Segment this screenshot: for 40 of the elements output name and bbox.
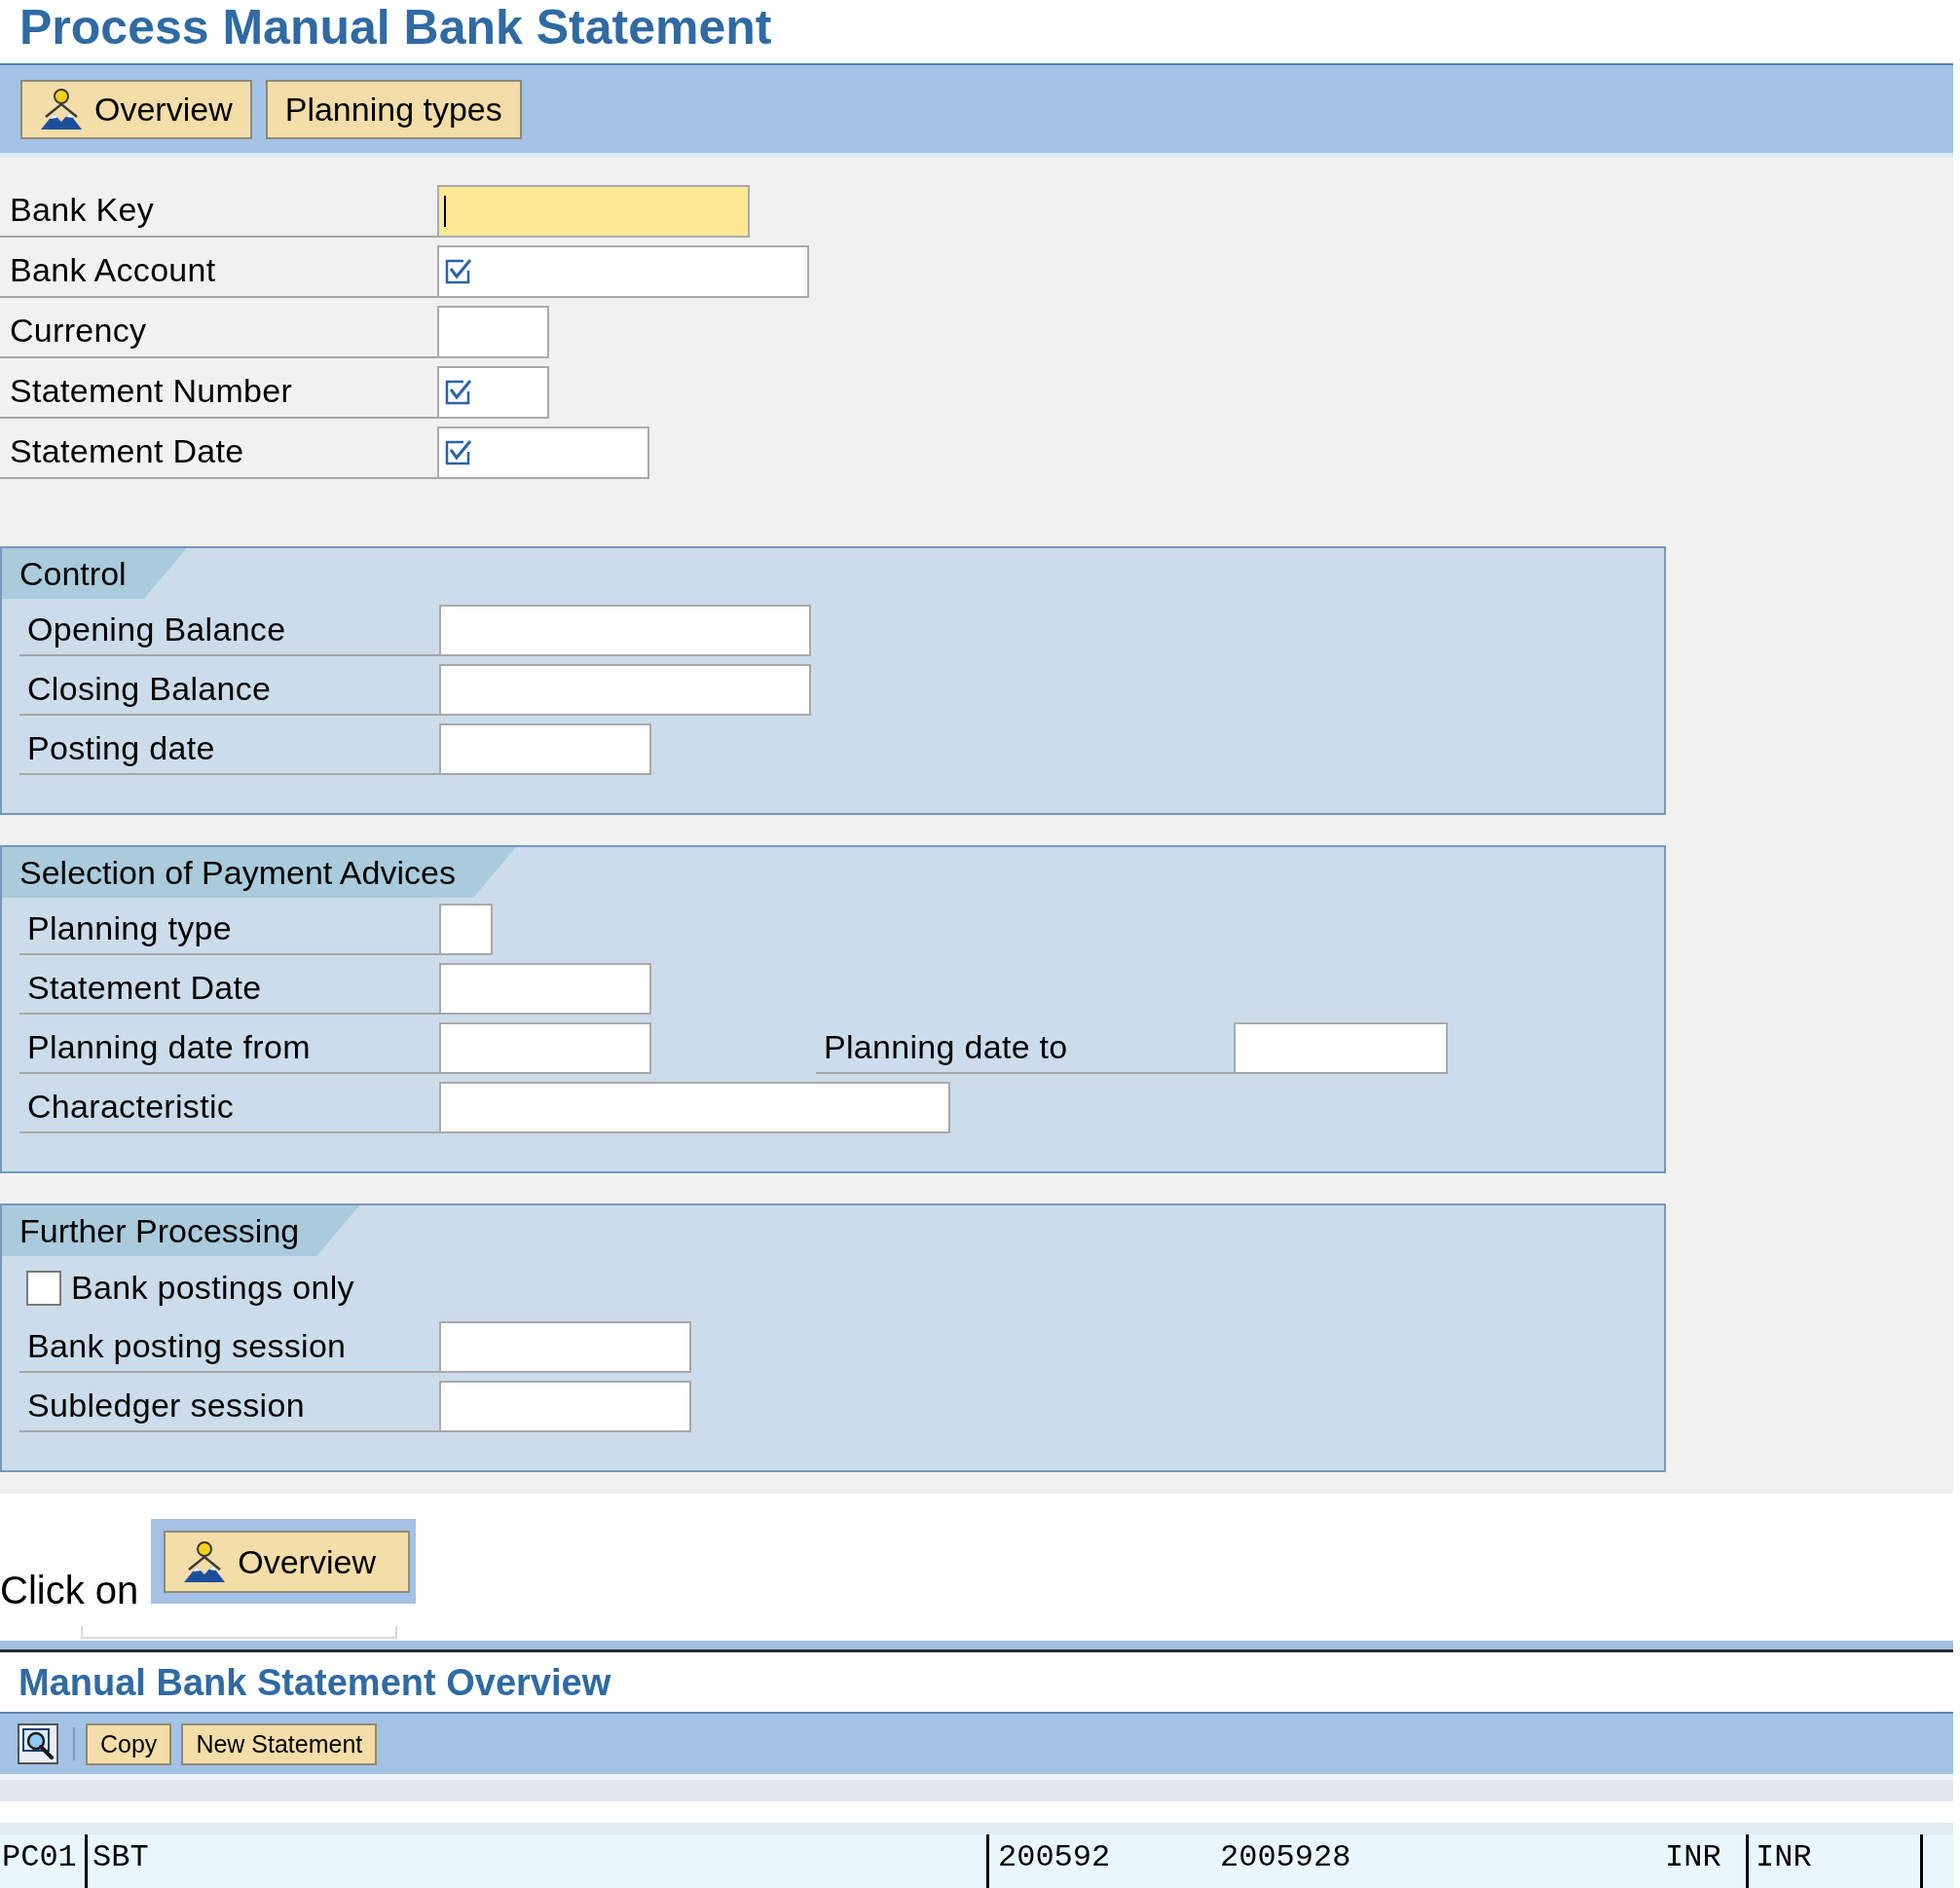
input-field[interactable]: [439, 904, 493, 955]
input-field[interactable]: [439, 1321, 691, 1373]
toolbar-button[interactable]: Planning types: [265, 79, 522, 139]
group-title: Control: [2, 548, 187, 599]
person-icon: [183, 1540, 227, 1583]
table-cell: SBT: [85, 1834, 986, 1888]
check-icon: [444, 439, 473, 466]
checkbox-label: Bank postings only: [71, 1269, 354, 1307]
table-cell-text: 2005928: [1219, 1838, 1352, 1877]
toolbar-button[interactable]: Overview: [20, 79, 252, 139]
input-field[interactable]: [439, 664, 811, 716]
table-cell-text: PC01: [1, 1838, 78, 1877]
input-field[interactable]: [439, 1022, 651, 1074]
input-field[interactable]: [1234, 1022, 1448, 1074]
group-title: Selection of Payment Advices: [2, 847, 516, 898]
input-field[interactable]: [437, 426, 649, 479]
input-field[interactable]: [439, 723, 651, 775]
magnifier-icon: [21, 1727, 55, 1760]
instruction-text: Click on: [0, 1568, 139, 1612]
toolbar-button[interactable]: New Statement: [181, 1722, 378, 1765]
input-field[interactable]: [439, 605, 811, 656]
checkbox[interactable]: [26, 1270, 61, 1306]
input-field[interactable]: [439, 1082, 950, 1133]
input-field[interactable]: [437, 306, 549, 358]
input-field[interactable]: [437, 185, 750, 238]
toolbar-button[interactable]: Overview: [164, 1531, 411, 1593]
check-icon: [444, 379, 473, 406]
input-field[interactable]: [439, 963, 651, 1015]
input-field[interactable]: [439, 1381, 691, 1432]
table-cell-text: INR: [1664, 1838, 1722, 1877]
check-icon: [444, 258, 473, 285]
toolbar-button[interactable]: [18, 1723, 58, 1764]
person-icon: [40, 88, 83, 130]
toolbar-button[interactable]: Copy: [86, 1722, 172, 1765]
input-field[interactable]: [437, 366, 549, 419]
input-field[interactable]: [437, 245, 809, 298]
text-cursor-icon: [444, 196, 446, 227]
table-cell: 200592: [986, 1834, 1208, 1888]
group-title: Further Processing: [2, 1205, 360, 1256]
table-cell: INR: [1746, 1834, 1923, 1888]
